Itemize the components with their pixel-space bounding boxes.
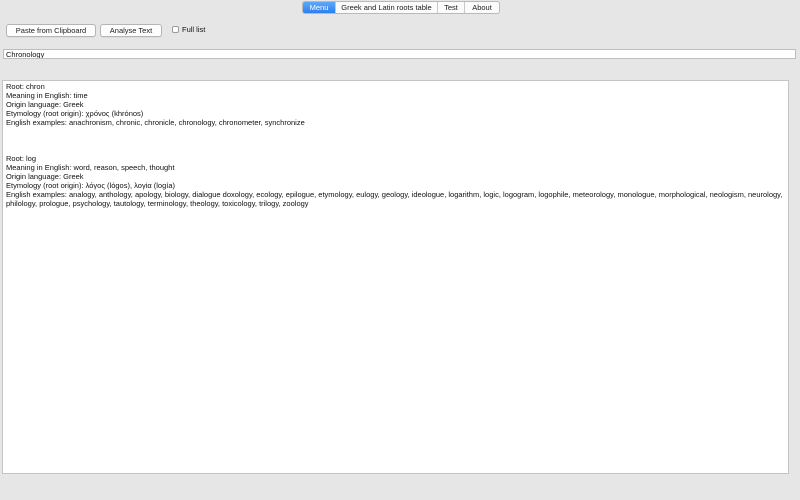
app-window: Menu Greek and Latin roots table Test Ab… [0, 0, 800, 500]
origin-line: Origin language: Greek [6, 100, 84, 109]
result-entry: Root: chron Meaning in English: time Ori… [6, 82, 785, 127]
full-list-label: Full list [182, 24, 206, 34]
etymology-line: Etymology (root origin): λόγος (lógos), … [6, 181, 176, 190]
root-line: Root: chron [6, 82, 45, 91]
tab-test[interactable]: Test [438, 2, 465, 13]
meaning-line: Meaning in English: time [6, 91, 88, 100]
tab-bar: Menu Greek and Latin roots table Test Ab… [302, 1, 500, 14]
tab-about[interactable]: About [465, 2, 499, 13]
full-list-checkbox[interactable] [172, 25, 179, 33]
examples-line: English examples: analogy, anthology, ap… [6, 190, 783, 208]
origin-line: Origin language: Greek [6, 172, 84, 181]
meaning-line: Meaning in English: word, reason, speech… [6, 163, 175, 172]
root-line: Root: log [6, 154, 37, 163]
tab-menu[interactable]: Menu [303, 2, 336, 13]
result-entry: Root: log Meaning in English: word, reas… [6, 154, 785, 208]
analyse-text-button[interactable]: Analyse Text [100, 24, 162, 37]
results-text-area[interactable]: Root: chron Meaning in English: time Ori… [2, 80, 789, 474]
word-input[interactable] [3, 49, 796, 59]
etymology-line: Etymology (root origin): χρόνος (khrónos… [6, 109, 144, 118]
full-list-toggle[interactable]: Full list [172, 24, 205, 34]
paste-from-clipboard-button[interactable]: Paste from Clipboard [6, 24, 96, 37]
tab-greek-latin-roots-table[interactable]: Greek and Latin roots table [336, 2, 438, 13]
examples-line: English examples: anachronism, chronic, … [6, 118, 305, 127]
